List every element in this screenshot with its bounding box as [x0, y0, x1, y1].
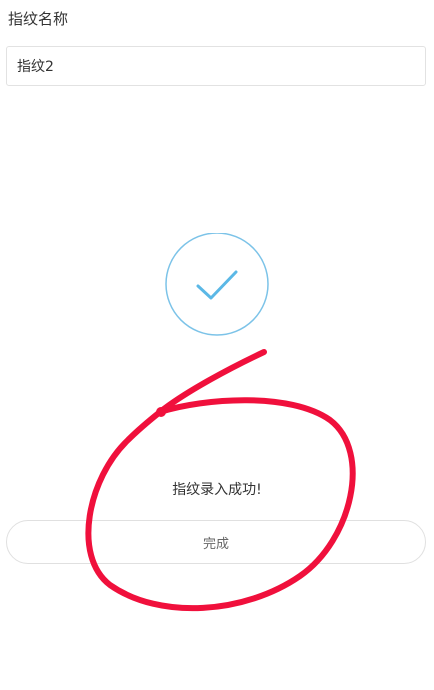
success-checkmark-icon [164, 233, 270, 339]
red-circle-annotation [85, 349, 356, 612]
fingerprint-enroll-screen: 指纹名称 指纹录入成功! 完成 [0, 0, 434, 690]
fingerprint-name-input[interactable] [6, 46, 426, 86]
fingerprint-name-label: 指纹名称 [8, 10, 69, 28]
check-mark [196, 270, 238, 300]
check-circle [165, 233, 269, 336]
done-button[interactable]: 完成 [6, 520, 426, 564]
enroll-success-message: 指纹录入成功! [172, 482, 262, 498]
